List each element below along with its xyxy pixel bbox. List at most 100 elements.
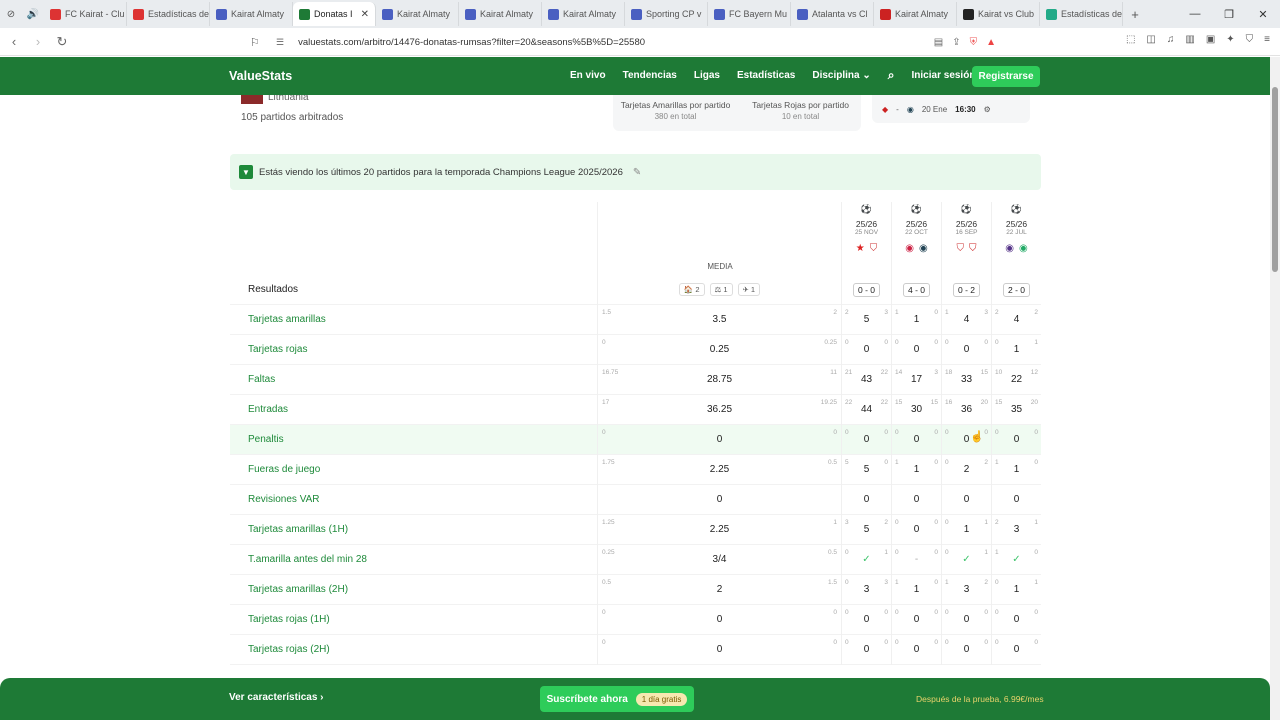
forward-icon[interactable]: › [28, 34, 48, 49]
share-icon[interactable]: ⇪ [952, 37, 960, 48]
away-crest-icon: ◉ [919, 243, 928, 254]
away-value: 2 [884, 519, 888, 526]
match-value: 5 [863, 314, 870, 325]
stat-label-link[interactable]: Revisiones VAR [230, 485, 597, 515]
back-icon[interactable]: ‹ [4, 34, 24, 49]
team-crest-icon: ◆ [882, 104, 889, 114]
champions-league-icon: ⚽ [1010, 204, 1023, 214]
match-value: 2 [963, 464, 970, 475]
browser-tab[interactable]: Atalanta vs Cl [791, 2, 874, 26]
shield-icon[interactable]: ⛨ [970, 37, 978, 48]
site-info-icon[interactable]: ☰ [276, 37, 284, 48]
tab-favicon-icon [1046, 8, 1057, 20]
browser-tab[interactable]: FC Kairat - Clu [44, 2, 127, 26]
match-score[interactable]: 2 - 0 [1002, 282, 1030, 297]
match-stat-cell: 1 1 0 [892, 305, 941, 335]
features-link[interactable]: Ver características › [229, 692, 324, 703]
browser-tab[interactable]: Kairat Almaty [542, 2, 625, 26]
scrollbar[interactable] [1270, 57, 1280, 720]
match-value: 1 [913, 464, 920, 475]
browser-tab[interactable]: Kairat Almaty [874, 2, 957, 26]
match-stat-cell: 1 1 0 [992, 455, 1041, 485]
browser-tab[interactable]: FC Bayern Mu [708, 2, 791, 26]
home-value: 0 [945, 519, 949, 526]
reload-icon[interactable]: ↻ [52, 34, 72, 50]
browser-tab[interactable]: Kairat vs Club [957, 2, 1040, 26]
match-score[interactable]: 4 - 0 [902, 282, 930, 297]
stat-label-link[interactable]: Tarjetas amarillas (2H) [230, 575, 597, 605]
stat-label-link[interactable]: Tarjetas rojas (1H) [230, 605, 597, 635]
wallet-icon[interactable]: ▣ [1206, 34, 1215, 45]
restore-button[interactable]: ❐ [1212, 8, 1246, 21]
match-header[interactable]: ⚽ 25/26 22 OCT ◉ ◉ [892, 202, 941, 275]
edit-icon[interactable]: ✎ [633, 167, 641, 178]
away-value: 0 [934, 339, 938, 346]
match-score[interactable]: 0 - 0 [852, 282, 880, 297]
bookmark-icon[interactable]: ⚐ [250, 36, 276, 49]
match-header[interactable]: ⚽ 25/26 16 SEP ⛉ ⛉ [942, 202, 991, 275]
browser-tab[interactable]: Donatas I ✕ [293, 2, 376, 26]
match-stat-cell: 0 0 0 [942, 335, 991, 365]
extensions-icon[interactable]: ⬚ [1126, 34, 1135, 45]
browser-tab[interactable]: Kairat Almaty [210, 2, 293, 26]
browser-tab[interactable]: Estadísticas de [1040, 2, 1123, 26]
ai-icon[interactable]: ✦ [1226, 34, 1234, 45]
stat-label-link[interactable]: Tarjetas amarillas (1H) [230, 515, 597, 545]
register-button[interactable]: Registrarse [972, 66, 1040, 87]
browser-tab[interactable]: Estadísticas de [127, 2, 210, 26]
url-bar[interactable]: ⚐ ☰ valuestats.com/arbitro/14476-donatas… [250, 31, 996, 53]
logo[interactable]: ValueStats [229, 69, 292, 83]
next-match[interactable]: ◆ - ◉ 20 Ene 16:30 ⚙ [872, 95, 1030, 123]
subscribe-button[interactable]: Suscríbete ahora 1 día gratis [540, 686, 694, 712]
url-text[interactable]: valuestats.com/arbitro/14476-donatas-rum… [298, 37, 645, 48]
match-stat-cell: 1 ✓ 0 [992, 545, 1041, 575]
media-value: 0.25 [709, 344, 730, 355]
screenshot-icon[interactable]: ◫ [1146, 34, 1155, 45]
away-value: 0 [1034, 459, 1038, 466]
stat-label-link[interactable]: Entradas [230, 395, 597, 425]
nav-ligas[interactable]: Ligas [694, 70, 720, 83]
login-link[interactable]: Iniciar sesión [912, 70, 976, 83]
match-stat-cell: 0 1 1 [942, 515, 991, 545]
stat-label-link[interactable]: Tarjetas rojas (2H) [230, 635, 597, 665]
stat-label-link[interactable]: Fueras de juego [230, 455, 597, 485]
stat-label-link[interactable]: Tarjetas rojas [230, 335, 597, 365]
away-value: 1 [984, 549, 988, 556]
away-value: 0 [1034, 639, 1038, 646]
scrollbar-thumb[interactable] [1272, 87, 1278, 272]
close-tab-icon[interactable]: ✕ [361, 9, 369, 20]
menu-icon[interactable]: ≡ [1264, 34, 1270, 45]
filter-icon[interactable]: ▼ [239, 165, 253, 179]
browser-tab[interactable]: Sporting CP v [625, 2, 708, 26]
stat-label-link[interactable]: T.amarilla antes del min 28 [230, 545, 597, 575]
match-header[interactable]: ⚽ 25/26 25 NOV ★ ⛉ [842, 202, 891, 275]
match-stat-cell: 0 0 0 [842, 335, 891, 365]
minimize-button[interactable]: — [1178, 8, 1212, 21]
match-value: 36 [960, 404, 973, 415]
stat-label-link[interactable]: Penaltis [230, 425, 597, 455]
browser-tab[interactable]: Kairat Almaty [376, 2, 459, 26]
match-stat-cell: 2 4 2 [992, 305, 1041, 335]
match-header[interactable]: ⚽ 25/26 22 JUL ◉ ◉ [992, 202, 1041, 275]
vpn-icon[interactable]: ⛉ [1246, 34, 1254, 45]
reader-icon[interactable]: ▤ [934, 37, 943, 48]
media-cell: 0 0 0 [598, 605, 841, 635]
audio-icon[interactable]: 🔊 [22, 9, 44, 20]
nav-en-vivo[interactable]: En vivo [570, 70, 606, 83]
browser-tab[interactable]: Kairat Almaty [459, 2, 542, 26]
music-icon[interactable]: ♫ [1167, 34, 1175, 45]
tab-search-icon[interactable]: ⊘ [0, 9, 22, 20]
nav-tendencias[interactable]: Tendencias [623, 70, 677, 83]
new-tab-button[interactable]: + [1123, 7, 1147, 22]
alert-icon[interactable]: ▲ [986, 37, 996, 48]
search-icon[interactable]: ⌕ [888, 68, 895, 83]
nav-disciplina[interactable]: Disciplina ⌄ [812, 70, 870, 83]
match-stat-cell: 2 5 3 [842, 305, 891, 335]
sidebar-icon[interactable]: ▥ [1185, 34, 1194, 45]
stat-label-link[interactable]: Tarjetas amarillas [230, 305, 597, 335]
nav-estadisticas[interactable]: Estadísticas [737, 70, 795, 83]
match-score[interactable]: 0 - 2 [952, 282, 980, 297]
close-window-button[interactable]: ✕ [1246, 8, 1280, 21]
stat-label-link[interactable]: Faltas [230, 365, 597, 395]
home-badge: 🏠 2 [678, 283, 705, 296]
